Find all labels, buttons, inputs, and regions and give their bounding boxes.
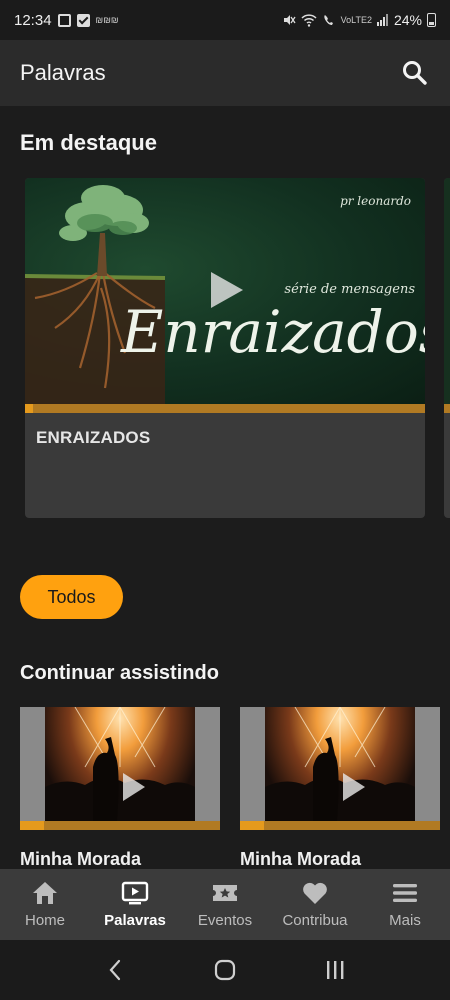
video-title: Minha Morada bbox=[240, 849, 362, 869]
status-bar: 12:34 ₪₪₪ VoLTE2 24% bbox=[0, 0, 450, 40]
featured-card[interactable]: pr leonardo série de mensagens Enraizado… bbox=[25, 178, 425, 518]
wifi-call-icon bbox=[323, 15, 333, 25]
system-navigation-bar bbox=[0, 940, 450, 1000]
continue-watching-card[interactable]: Minha Morada bbox=[20, 707, 220, 869]
nav-label: Eventos bbox=[197, 912, 253, 929]
video-title: Minha Morada bbox=[20, 849, 142, 869]
video-progress-bar bbox=[20, 821, 220, 830]
thumbnail-author: pr leonardo bbox=[340, 194, 411, 208]
featured-progress-fill bbox=[25, 404, 33, 413]
ticket-star-icon bbox=[213, 885, 237, 901]
featured-progress-bar bbox=[25, 404, 425, 413]
video-progress-fill bbox=[240, 821, 264, 830]
battery-icon bbox=[427, 13, 436, 27]
home-icon bbox=[33, 882, 57, 904]
battery-percent: 24% bbox=[393, 12, 422, 28]
gallery-notification-icon bbox=[57, 13, 71, 27]
nav-item-mais[interactable]: Mais bbox=[360, 869, 450, 940]
checkbox-notification-icon bbox=[76, 13, 90, 27]
video-progress-bar bbox=[240, 821, 440, 830]
system-back-button[interactable] bbox=[95, 950, 135, 990]
app-bar: Palavras bbox=[0, 40, 450, 106]
system-home-button[interactable] bbox=[205, 950, 245, 990]
back-chevron-icon bbox=[109, 959, 121, 981]
tv-play-icon bbox=[121, 881, 149, 905]
status-time: 12:34 bbox=[14, 11, 52, 29]
nav-label: Home bbox=[24, 912, 65, 929]
featured-thumbnail: pr leonardo série de mensagens Enraizado… bbox=[25, 178, 425, 404]
nav-item-contribua[interactable]: Contribua bbox=[270, 869, 360, 940]
filter-chip-todos[interactable]: Todos bbox=[20, 575, 123, 619]
thumbnail-headline: Enraizados bbox=[121, 298, 425, 366]
signal-icon bbox=[376, 14, 388, 26]
video-thumbnail bbox=[240, 707, 440, 821]
nav-item-palavras[interactable]: Palavras bbox=[90, 869, 180, 940]
home-square-icon bbox=[214, 959, 236, 981]
featured-card-next[interactable] bbox=[444, 178, 450, 518]
continue-watching-title: Continuar assistindo bbox=[20, 662, 219, 684]
mute-icon bbox=[283, 15, 296, 25]
continue-watching-card[interactable]: Minha Morada bbox=[240, 707, 440, 869]
thumbnail-subtitle: série de mensagens bbox=[284, 282, 415, 297]
heart-icon bbox=[303, 882, 327, 904]
system-recents-button[interactable] bbox=[315, 950, 355, 990]
featured-section-title: Em destaque bbox=[20, 130, 157, 155]
menu-icon bbox=[393, 884, 417, 902]
recents-icon bbox=[327, 961, 344, 979]
video-progress-fill bbox=[20, 821, 44, 830]
bottom-navigation: Home Palavras Eventos Contribua Mais bbox=[0, 869, 450, 940]
status-small-text: ₪₪₪ bbox=[95, 15, 119, 25]
nav-label: Palavras bbox=[104, 912, 166, 929]
featured-title: ENRAIZADOS bbox=[36, 428, 151, 447]
wifi-icon bbox=[301, 14, 317, 27]
page-title: Palavras bbox=[20, 60, 106, 85]
nav-label: Mais bbox=[389, 912, 421, 929]
search-button[interactable] bbox=[400, 58, 430, 88]
video-thumbnail bbox=[20, 707, 220, 821]
nav-item-home[interactable]: Home bbox=[0, 869, 90, 940]
nav-item-eventos[interactable]: Eventos bbox=[180, 869, 270, 940]
nav-label: Contribua bbox=[282, 912, 348, 929]
search-icon bbox=[403, 61, 427, 85]
network-label: VoLTE2 bbox=[340, 15, 372, 25]
